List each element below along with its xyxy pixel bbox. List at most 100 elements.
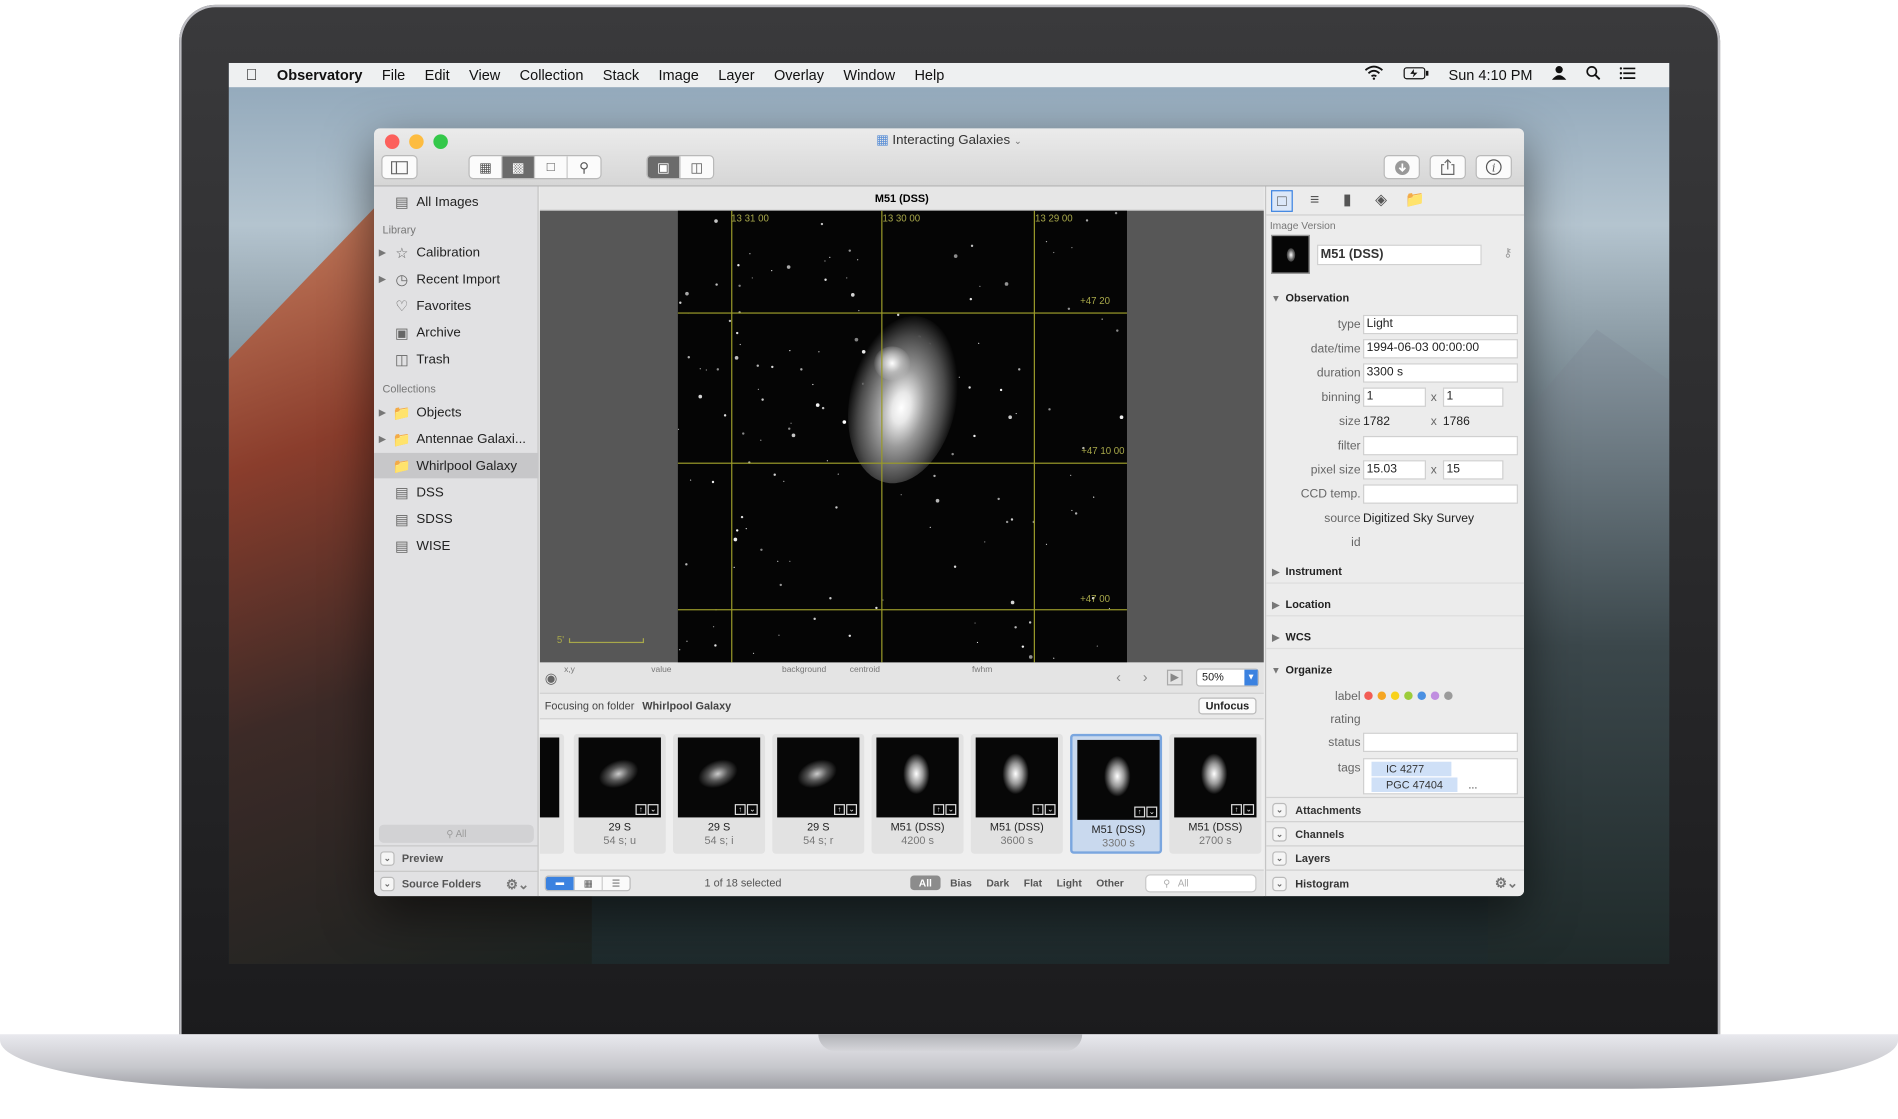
clock-text[interactable]: Sun 4:10 PM [1439, 63, 1542, 87]
ccd-temp-field[interactable] [1363, 484, 1518, 504]
duration-field[interactable]: 3300 s [1363, 363, 1518, 383]
app-menu[interactable]: Observatory [267, 63, 372, 87]
image-viewer[interactable]: 13 31 00 13 30 00 13 29 00 +47 20 +47 10… [539, 210, 1264, 663]
sidebar-item-objects[interactable]: ▶ 📁 Objects [374, 400, 539, 425]
zoom-view-icon[interactable]: ⚲ [568, 156, 601, 178]
sidebar-search-field[interactable]: ⚲ All [378, 824, 534, 843]
spotlight-search-icon[interactable] [1576, 63, 1610, 87]
menu-edit[interactable]: Edit [415, 63, 459, 87]
chevron-left-icon[interactable]: ‹ [1116, 668, 1121, 685]
thumbnail-item[interactable]: ↑ ⌄ 29 S 54 s; u [573, 733, 666, 854]
sidebar-item-dss[interactable]: ▤ DSS [374, 480, 539, 505]
chevron-right-icon[interactable]: › [1143, 668, 1148, 685]
chevron-down-icon[interactable]: ⌄ [1272, 850, 1287, 866]
apple-menu-icon[interactable]:  [229, 63, 267, 87]
sidebar-item-whirlpool-galaxy[interactable]: 📁 Whirlpool Galaxy [374, 452, 539, 479]
version-name-field[interactable]: M51 (DSS) [1317, 244, 1482, 266]
thumbnail-partial[interactable] [539, 733, 565, 854]
wcs-section-header[interactable]: ▶ WCS [1266, 625, 1525, 650]
user-icon[interactable] [1542, 63, 1576, 87]
disclosure-triangle-icon[interactable]: ▶ [374, 434, 391, 445]
lock-icon[interactable]: ⚷ [1503, 247, 1512, 260]
type-field[interactable]: Light [1363, 314, 1518, 335]
pixel-size-y-field[interactable]: 15 [1442, 460, 1504, 480]
menu-view[interactable]: View [459, 63, 510, 87]
sidebar-item-wise[interactable]: ▤ WISE [374, 533, 539, 558]
astronomical-image[interactable]: 13 31 00 13 30 00 13 29 00 +47 20 +47 10… [677, 210, 1127, 663]
filter-dark[interactable]: Dark [982, 876, 1015, 891]
filter-all[interactable]: All [910, 875, 941, 891]
label-color-dot[interactable] [1377, 691, 1387, 700]
label-color-dot[interactable] [1444, 691, 1453, 700]
sidebar-item-trash[interactable]: ◫ Trash [374, 346, 539, 371]
menu-collection[interactable]: Collection [510, 63, 593, 87]
share-button[interactable] [1429, 155, 1466, 180]
layers-panel-toggle[interactable]: ⌄ Layers [1266, 845, 1525, 869]
filter-bias[interactable]: Bias [945, 876, 976, 891]
wifi-icon[interactable] [1354, 63, 1393, 87]
window-title[interactable]: ▦ Interacting Galaxies ⌄ [374, 132, 1524, 148]
chevron-down-icon[interactable]: ⌄ [380, 876, 395, 892]
datetime-field[interactable]: 1994-06-03 00:00:00 [1363, 339, 1518, 359]
sidebar-item-antennae-galaxies[interactable]: ▶ 📁 Antennae Galaxi... [374, 426, 539, 451]
notification-center-icon[interactable] [1610, 63, 1645, 87]
sidebar-item-sdss[interactable]: ▤ SDSS [374, 506, 539, 531]
download-button[interactable] [1383, 155, 1420, 180]
tag-token[interactable]: PGC 47404 [1371, 777, 1458, 792]
pixel-size-x-field[interactable]: 15.03 [1363, 460, 1426, 480]
play-icon[interactable]: ▶ [1166, 669, 1183, 686]
menu-image[interactable]: Image [649, 63, 709, 87]
tag-token[interactable]: IC 4277 [1371, 761, 1451, 777]
menu-stack[interactable]: Stack [593, 63, 649, 87]
filter-flat[interactable]: Flat [1019, 876, 1047, 891]
thumbnail-item[interactable]: ↑ ⌄ M51 (DSS) 3300 s [1070, 733, 1163, 854]
single-view-icon[interactable]: □ [535, 156, 568, 179]
sidebar-item-favorites[interactable]: ♡ Favorites [374, 293, 539, 318]
sidebar-item-all-images[interactable]: ▤ All Images [374, 189, 539, 214]
thumbnail-item[interactable]: ↑ ⌄ M51 (DSS) 3600 s [970, 733, 1063, 854]
attachments-panel-toggle[interactable]: ⌄ Attachments [1266, 796, 1525, 821]
folder-tab-icon[interactable]: 📁 [1404, 190, 1426, 212]
disclosure-triangle-icon[interactable]: ▶ [374, 407, 391, 418]
binning-y-field[interactable]: 1 [1442, 387, 1504, 407]
filter-other[interactable]: Other [1091, 876, 1128, 891]
label-color-dot[interactable] [1364, 691, 1373, 700]
single-pane-icon[interactable]: ▣ [647, 156, 681, 179]
info-button[interactable]: i [1475, 155, 1512, 180]
zoom-select[interactable]: 50% ▼ [1195, 668, 1259, 687]
unfocus-button[interactable]: Unfocus [1198, 697, 1257, 715]
filmstrip-mode-icon[interactable]: ▬ [545, 876, 574, 891]
disclosure-triangle-icon[interactable]: ▶ [374, 247, 391, 258]
chevron-down-icon[interactable]: ⌄ [1272, 802, 1287, 817]
tags-field[interactable]: IC 4277 PGC 47404 ... [1363, 758, 1518, 795]
binning-x-field[interactable]: 1 [1363, 387, 1426, 407]
observation-section-header[interactable]: ▼ Observation [1266, 286, 1524, 310]
grid-view-icon[interactable]: ▦ [470, 156, 503, 179]
disclosure-triangle-icon[interactable]: ▶ [374, 274, 391, 285]
label-color-dot[interactable] [1417, 691, 1426, 700]
gear-icon[interactable]: ⚙⌄ [506, 876, 529, 892]
histogram-panel-toggle[interactable]: ⌄ Histogram ⚙⌄ [1266, 869, 1525, 896]
thumbnail-item[interactable]: ↑ ⌄ 29 S 54 s; r [772, 733, 865, 854]
preview-panel-toggle[interactable]: ⌄ Preview [374, 845, 539, 870]
sidebar-item-archive[interactable]: ▣ Archive [374, 320, 539, 345]
label-color-dot[interactable] [1404, 691, 1413, 700]
thumbnail-item[interactable]: ↑ ⌄ 29 S 54 s; i [673, 733, 766, 854]
target-icon[interactable]: ◉ [545, 670, 558, 687]
chevron-down-icon[interactable]: ⌄ [1272, 876, 1287, 891]
thumbnail-item[interactable]: ↑ ⌄ M51 (DSS) 2700 s [1169, 733, 1262, 854]
menu-overlay[interactable]: Overlay [764, 63, 833, 87]
grid-mode-icon[interactable]: ▦ [573, 876, 602, 891]
filmstrip-view-icon[interactable]: ▩ [502, 156, 536, 179]
chevron-down-icon[interactable]: ⌄ [380, 851, 395, 866]
menu-window[interactable]: Window [834, 63, 905, 87]
instrument-section-header[interactable]: ▶ Instrument [1266, 559, 1525, 584]
ruler-tab-icon[interactable]: ▮ [1336, 190, 1358, 212]
menu-layer[interactable]: Layer [709, 63, 765, 87]
status-field[interactable] [1363, 732, 1518, 753]
menu-file[interactable]: File [372, 63, 415, 87]
layers-tab-icon[interactable]: ◈ [1370, 190, 1392, 212]
gear-icon[interactable]: ⚙⌄ [1495, 876, 1518, 892]
channels-panel-toggle[interactable]: ⌄ Channels [1266, 821, 1525, 845]
list-mode-icon[interactable]: ☰ [601, 876, 630, 891]
